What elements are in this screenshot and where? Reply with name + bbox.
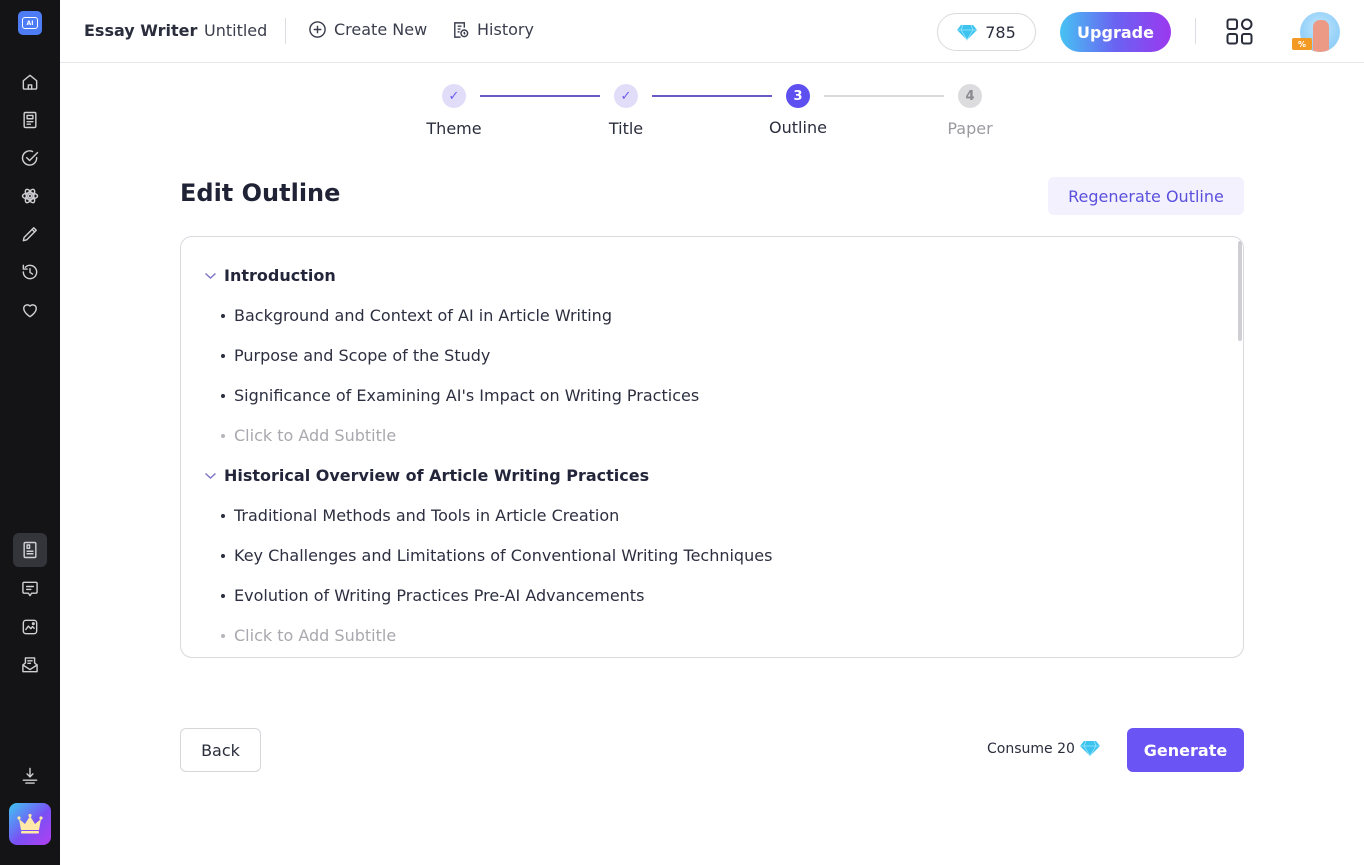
outline-section-heading[interactable]: Historical Overview of Article Writing P… — [203, 466, 649, 485]
page-title: Edit Outline — [180, 179, 341, 207]
bullet — [221, 553, 225, 558]
check-circle-icon — [21, 150, 39, 166]
step-4-dot: 4 — [958, 84, 982, 108]
avatar-figure — [1313, 20, 1329, 52]
chevron-down-icon[interactable] — [203, 468, 218, 483]
bullet — [221, 513, 225, 518]
section-title[interactable]: Historical Overview of Article Writing P… — [224, 466, 649, 485]
history-doc-icon — [454, 22, 469, 38]
sidebar-item-documents[interactable] — [15, 105, 45, 135]
step-connector — [480, 95, 600, 97]
create-new-button[interactable]: Create New — [308, 20, 427, 39]
credits-count: 785 — [985, 22, 1016, 42]
discount-badge: % — [1292, 38, 1312, 50]
sidebar-item-checker[interactable] — [15, 143, 45, 173]
bullet — [221, 433, 225, 438]
outline-subtitle[interactable]: Significance of Examining AI's Impact on… — [221, 386, 699, 405]
sidebar-item-essay-writer[interactable] — [13, 533, 47, 567]
subtitle-text[interactable]: Key Challenges and Limitations of Conven… — [234, 546, 772, 565]
essay-writer-icon — [23, 541, 37, 559]
outline-subtitle[interactable]: Key Challenges and Limitations of Conven… — [221, 546, 772, 565]
step-connector — [824, 95, 944, 97]
document-name[interactable]: Untitled — [204, 21, 267, 40]
upgrade-button[interactable]: Upgrade — [1060, 12, 1171, 52]
bullet — [221, 313, 225, 318]
chat-icon — [22, 581, 38, 597]
app-name: Essay Writer — [84, 21, 198, 40]
sidebar-item-home[interactable] — [15, 67, 45, 97]
add-subtitle-field[interactable]: Click to Add Subtitle — [221, 426, 396, 445]
step-3-dot: 3 — [786, 84, 810, 108]
chevron-down-icon[interactable] — [203, 268, 218, 283]
home-icon — [22, 74, 38, 90]
step-1-dot: ✓ — [442, 84, 466, 108]
consume-cost: Consume 20 — [987, 740, 1100, 757]
document-icon — [23, 111, 37, 129]
create-new-label: Create New — [334, 20, 428, 39]
step-label-theme: Theme — [426, 119, 482, 138]
app-logo[interactable]: AI — [18, 11, 42, 35]
sidebar-item-history[interactable] — [15, 257, 45, 287]
add-subtitle-placeholder[interactable]: Click to Add Subtitle — [234, 626, 396, 645]
sidebar-item-image[interactable] — [15, 612, 45, 642]
subtitle-text[interactable]: Background and Context of AI in Article … — [234, 306, 612, 325]
atom-icon — [21, 188, 39, 204]
sidebar-item-science[interactable] — [15, 181, 45, 211]
outline-subtitle[interactable]: Evolution of Writing Practices Pre-AI Ad… — [221, 586, 644, 605]
crown-icon — [17, 813, 43, 834]
download-icon — [22, 767, 38, 784]
add-subtitle-field[interactable]: Click to Add Subtitle — [221, 626, 396, 645]
generate-button[interactable]: Generate — [1127, 728, 1244, 772]
bullet — [221, 393, 225, 398]
credits-badge[interactable]: 785 — [937, 13, 1036, 51]
divider — [285, 18, 286, 44]
plus-circle-icon — [309, 21, 326, 38]
diamond-icon — [1079, 740, 1100, 757]
premium-button[interactable] — [9, 803, 51, 845]
outline-subtitle[interactable]: Purpose and Scope of the Study — [221, 346, 490, 365]
pencil-icon — [22, 227, 37, 242]
history-button[interactable]: History — [451, 20, 534, 39]
bullet — [221, 353, 225, 358]
add-subtitle-placeholder[interactable]: Click to Add Subtitle — [234, 426, 396, 445]
bullet — [221, 633, 225, 638]
regenerate-outline-button[interactable]: Regenerate Outline — [1048, 177, 1244, 215]
heart-icon — [23, 304, 37, 318]
outline-subtitle[interactable]: Traditional Methods and Tools in Article… — [221, 506, 619, 525]
step-2-dot: ✓ — [614, 84, 638, 108]
diamond-icon — [957, 24, 978, 41]
sidebar: AI — [0, 0, 60, 865]
outline-subtitle[interactable]: Background and Context of AI in Article … — [221, 306, 612, 325]
step-connector — [652, 95, 772, 97]
sidebar-item-favorites[interactable] — [15, 295, 45, 325]
sidebar-item-inbox[interactable] — [15, 650, 45, 680]
inbox-icon — [22, 657, 38, 673]
step-label-title: Title — [608, 119, 644, 138]
history-label: History — [477, 20, 534, 39]
sidebar-item-download[interactable] — [15, 761, 45, 791]
divider — [1195, 18, 1196, 44]
section-title[interactable]: Introduction — [224, 266, 336, 285]
history-icon — [22, 264, 38, 280]
subtitle-text[interactable]: Purpose and Scope of the Study — [234, 346, 490, 365]
sidebar-item-chat[interactable] — [15, 574, 45, 604]
image-icon — [22, 619, 38, 635]
subtitle-text[interactable]: Traditional Methods and Tools in Article… — [234, 506, 619, 525]
step-label-outline: Outline — [769, 118, 827, 137]
top-bar: Essay Writer Untitled Create New History… — [60, 0, 1364, 63]
apps-grid-icon[interactable] — [1226, 18, 1253, 45]
bullet — [221, 593, 225, 598]
subtitle-text[interactable]: Significance of Examining AI's Impact on… — [234, 386, 699, 405]
back-button[interactable]: Back — [180, 728, 261, 772]
consume-label: Consume 20 — [987, 740, 1075, 757]
sidebar-item-edit[interactable] — [15, 219, 45, 249]
scrollbar[interactable] — [1238, 241, 1242, 341]
logo-text: AI — [22, 17, 38, 29]
step-label-paper: Paper — [947, 119, 993, 138]
outline-section-heading[interactable]: Introduction — [203, 266, 336, 285]
outline-editor: Introduction Background and Context of A… — [180, 236, 1244, 658]
subtitle-text[interactable]: Evolution of Writing Practices Pre-AI Ad… — [234, 586, 644, 605]
